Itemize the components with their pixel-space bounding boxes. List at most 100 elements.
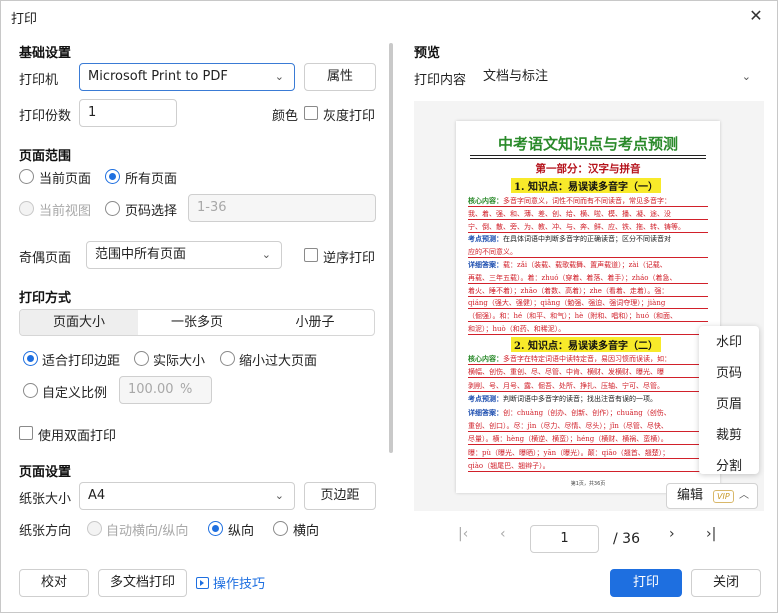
chevron-down-icon: ⌄ bbox=[274, 489, 284, 502]
shrink-large-radio[interactable] bbox=[220, 351, 235, 366]
doc-row: 核心内容：多音字同意义，词性不同而有不同读音，常见多音字： bbox=[468, 195, 708, 207]
doc-row: qiào（翘尾巴、翘辫子）。 bbox=[468, 460, 708, 473]
title-rule-2 bbox=[470, 158, 706, 159]
doc-point1: 1. 知识点：易误读多音字（一） bbox=[511, 178, 661, 193]
doc-row-text: 和泥）；huò（和药、和稀泥）。 bbox=[468, 325, 566, 333]
tab-page-size[interactable]: 页面大小 bbox=[20, 310, 138, 335]
doc-row: 剥削、号、月号、露、倔吾、处所、挣扎、压轴、宁可、尽管。 bbox=[468, 380, 708, 392]
doc-row-text: 判断词语中多音字的读音；找出注音有误的一项。 bbox=[503, 395, 657, 404]
doc-row-key: 考点预测： bbox=[468, 234, 503, 244]
all-pages-radio[interactable] bbox=[105, 169, 120, 184]
current-page-label: 当前页面 bbox=[39, 172, 92, 187]
doc-row-text: 应的不同意义。 bbox=[468, 248, 517, 257]
page-number-input[interactable]: 1 bbox=[530, 525, 599, 553]
tips-link[interactable]: 操作技巧 bbox=[196, 573, 265, 592]
close-icon[interactable]: ✕ bbox=[745, 5, 767, 27]
doc-row-text: 重创、创口）。尽：jìn（尽力、尽情、尽头）；jǐn（尽管、尽快、 bbox=[468, 422, 668, 430]
menu-item-watermark[interactable]: 水印 bbox=[699, 329, 759, 357]
print-dialog: 打印 ✕ 基础设置 打印机 Microsoft Print to PDF ⌄ 属… bbox=[0, 0, 778, 613]
page-select-placeholder: 1-36 bbox=[197, 200, 227, 215]
paper-size-value: A4 bbox=[88, 488, 106, 503]
doc-title-text: 中考语文知识点与考点预测 bbox=[497, 135, 678, 153]
basic-settings-heading: 基础设置 bbox=[19, 46, 72, 61]
last-page-icon[interactable]: ›| bbox=[706, 526, 716, 542]
chevron-up-icon: ︿ bbox=[739, 490, 749, 501]
title-rule bbox=[470, 155, 706, 156]
tab-multi-page[interactable]: 一张多页 bbox=[138, 310, 256, 335]
doc-row-text: qiào（翘尾巴、翘辫子）。 bbox=[468, 462, 550, 471]
landscape-radio[interactable] bbox=[273, 521, 288, 536]
page-select-input[interactable]: 1-36 bbox=[188, 194, 376, 222]
next-page-icon[interactable]: › bbox=[669, 526, 675, 542]
doc-row-text: 我、着、强、和、薄、差、创、给、横、啦、模、播、凝、途、没 bbox=[468, 209, 671, 218]
preview-page: 中考语文知识点与考点预测 第一部分：汉字与拼音 1. 知识点：易误读多音字（一）… bbox=[456, 121, 720, 493]
menu-item-header[interactable]: 页眉 bbox=[699, 391, 759, 419]
printer-select[interactable]: Microsoft Print to PDF ⌄ bbox=[79, 63, 295, 91]
odd-even-select[interactable]: 范围中所有页面 ⌄ bbox=[86, 241, 282, 269]
scale-value: 100.00 bbox=[128, 382, 174, 397]
page-select-radio[interactable] bbox=[105, 201, 120, 216]
chevron-down-icon: ⌄ bbox=[274, 70, 284, 83]
doc-row: 再载、三年五载）。着：zhuó（穿着、着落、着手）；zháo（着急、 bbox=[468, 272, 708, 284]
doc-row: 详细答案：载：zǎi（装载、载歌载舞、置声载道）；zài（记载、 bbox=[468, 259, 708, 271]
current-view-radio[interactable] bbox=[19, 201, 34, 216]
duplex-checkbox[interactable] bbox=[19, 426, 33, 440]
close-button[interactable]: 关闭 bbox=[691, 569, 761, 597]
doc-row-text: 剥削、号、月号、露、倔吾、处所、挣扎、压轴、宁可、尽管。 bbox=[468, 381, 664, 390]
doc-row: 考点预测：在具体词语中判断多音字的正确读音；区分不同读音对 bbox=[468, 233, 708, 245]
doc-row-text: qiáng（强大、强健）；qiǎng（勉强、强迫、强词夺理）；jiàng bbox=[468, 299, 666, 308]
print-button[interactable]: 打印 bbox=[610, 569, 682, 597]
grayscale-checkbox[interactable] bbox=[304, 106, 318, 120]
landscape-label: 横向 bbox=[293, 524, 320, 539]
paper-size-select[interactable]: A4 ⌄ bbox=[79, 482, 295, 510]
reverse-checkbox[interactable] bbox=[304, 248, 318, 262]
doc-row-text: 创：chuàng（创办、创新、创作）；chuāng（创伤、 bbox=[503, 408, 671, 417]
edit-menu: 水印 页码 页眉 裁剪 分割 bbox=[699, 326, 759, 474]
edit-label: 编辑 bbox=[677, 488, 704, 503]
total-pages: / 36 bbox=[613, 531, 640, 547]
video-tutorial-icon bbox=[196, 577, 209, 589]
shrink-large-label: 缩小过大页面 bbox=[239, 354, 318, 369]
margins-button[interactable]: 页边距 bbox=[304, 482, 376, 510]
menu-item-page-number[interactable]: 页码 bbox=[699, 360, 759, 388]
doc-row: 尽量）。横：hèng（横逆、横蛮）；héng（横财、横祸、蛮横）。 bbox=[468, 433, 708, 446]
print-content-value: 文档与标注 bbox=[483, 69, 549, 84]
print-content-select[interactable]: 文档与标注 ⌄ bbox=[474, 63, 762, 91]
custom-scale-radio[interactable] bbox=[23, 383, 38, 398]
chevron-down-icon: ⌄ bbox=[261, 248, 271, 261]
menu-item-crop[interactable]: 裁剪 bbox=[699, 422, 759, 450]
doc-row-text: 着火、睡不着）；zhāo（着数、高着）；zhe（看着、走着）。强： bbox=[468, 286, 669, 295]
first-page-icon[interactable]: |‹ bbox=[458, 526, 468, 542]
doc-row: 应的不同意义。 bbox=[468, 246, 708, 259]
doc-row: （倔强）。和：hé（和平、和气）；hè（附和、唱和）；huó（和面、 bbox=[468, 310, 708, 323]
print-mode-tabs: 页面大小 一张多页 小册子 bbox=[19, 309, 375, 336]
doc-row-text: 尽量）。横：hèng（横逆、横蛮）；héng（横财、横祸、蛮横）。 bbox=[468, 435, 668, 444]
doc-row: 着火、睡不着）；zhāo（着数、高着）；zhe（看着、走着）。强： bbox=[468, 285, 708, 297]
properties-button[interactable]: 属性 bbox=[304, 63, 376, 91]
auto-orientation-radio[interactable] bbox=[87, 521, 102, 536]
current-page-radio[interactable] bbox=[19, 169, 34, 184]
doc-row: 和泥）；huò（和药、和稀泥）。 bbox=[468, 323, 708, 335]
portrait-radio[interactable] bbox=[208, 521, 223, 536]
all-pages-label: 所有页面 bbox=[125, 172, 178, 187]
settings-scrollbar[interactable] bbox=[389, 43, 393, 453]
edit-button[interactable]: 编辑 VIP ︿ bbox=[666, 483, 758, 509]
doc-row-text: 再载、三年五载）。着：zhuó（穿着、着落、着手）；zháo（着急、 bbox=[468, 273, 677, 282]
doc-row-text: （倔强）。和：hé（和平、和气）；hè（附和、唱和）；huó（和面、 bbox=[468, 312, 678, 321]
multi-doc-print-button[interactable]: 多文档打印 bbox=[98, 569, 187, 597]
doc-row-key: 核心内容： bbox=[468, 196, 503, 205]
doc-row: 详细答案：创：chuàng（创办、创新、创作）；chuāng（创伤、 bbox=[468, 407, 708, 419]
menu-item-split[interactable]: 分割 bbox=[699, 453, 759, 481]
doc-row: 核心内容：多音字在特定词语中读特定音，易因习惯而误读，如： bbox=[468, 353, 708, 365]
copies-input[interactable]: 1 bbox=[79, 99, 177, 127]
printer-select-value: Microsoft Print to PDF bbox=[88, 69, 228, 84]
prev-page-icon[interactable]: ‹ bbox=[500, 526, 506, 542]
grayscale-label: 灰度打印 bbox=[323, 109, 376, 124]
scale-input[interactable]: 100.00 % bbox=[119, 376, 212, 404]
proofread-button[interactable]: 校对 bbox=[19, 569, 89, 597]
actual-size-radio[interactable] bbox=[134, 351, 149, 366]
chevron-down-icon: ⌄ bbox=[741, 70, 751, 83]
fit-margin-radio[interactable] bbox=[23, 351, 38, 366]
paper-size-label: 纸张大小 bbox=[19, 492, 72, 507]
tab-booklet[interactable]: 小册子 bbox=[256, 310, 374, 335]
